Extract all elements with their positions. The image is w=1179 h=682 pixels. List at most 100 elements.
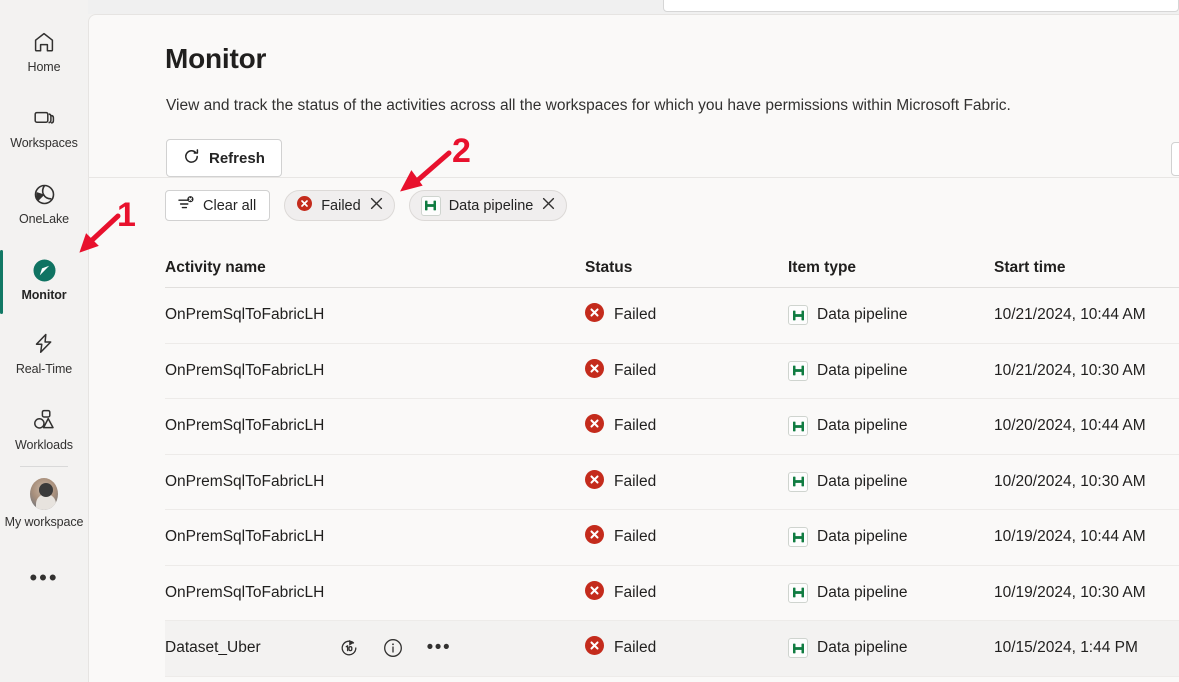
- status-text: Failed: [614, 417, 657, 435]
- error-icon: [585, 303, 604, 327]
- cell-item-type: Data pipeline: [788, 360, 994, 381]
- sidebar-more-button[interactable]: •••: [0, 561, 88, 589]
- cell-item-type: Data pipeline: [788, 582, 994, 603]
- column-header-start-time[interactable]: Start time: [994, 259, 1179, 277]
- table-header-row: Activity name Status Item type Start tim…: [165, 248, 1179, 288]
- sidebar-item-workloads[interactable]: Workloads: [0, 396, 88, 456]
- cell-activity-name[interactable]: Dataset_Uber •••: [165, 638, 585, 658]
- cell-start-time: 10/15/2024, 1:44 PM: [994, 639, 1138, 657]
- table-row[interactable]: OnPremSqlToFabricLH Failed Data pipeline 10…: [165, 288, 1179, 344]
- command-bar-divider: [88, 177, 1179, 178]
- error-icon: [585, 414, 604, 438]
- workspaces-icon: [30, 104, 58, 132]
- activity-name-text: OnPremSqlToFabricLH: [165, 472, 325, 490]
- sidebar-item-label: Monitor: [21, 288, 67, 302]
- cell-activity-name[interactable]: OnPremSqlToFabricLH: [165, 306, 585, 324]
- table-row[interactable]: OnPremSqlToFabricLH Failed Data pipeline 10…: [165, 455, 1179, 510]
- close-icon[interactable]: [370, 197, 383, 214]
- item-type-text: Data pipeline: [817, 639, 908, 657]
- sidebar-item-workspaces[interactable]: Workspaces: [0, 94, 88, 154]
- item-type-text: Data pipeline: [817, 361, 908, 379]
- status-text: Failed: [614, 528, 657, 546]
- filter-chip-data-pipeline[interactable]: Data pipeline: [408, 190, 568, 221]
- home-icon: [30, 28, 58, 56]
- filter-chip-label: Data pipeline: [448, 197, 534, 214]
- item-type-text: Data pipeline: [817, 472, 908, 490]
- clear-all-label: Clear all: [203, 197, 257, 214]
- sidebar-item-onelake[interactable]: OneLake: [0, 170, 88, 230]
- cell-start-time: 10/21/2024, 10:30 AM: [994, 361, 1146, 379]
- column-header-activity-name[interactable]: Activity name: [165, 259, 585, 277]
- more-actions-icon[interactable]: •••: [427, 638, 451, 657]
- left-nav-rail: Home Workspaces OneLake Monitor Real-Tim…: [0, 0, 88, 682]
- global-search-box-partial[interactable]: [663, 0, 1179, 12]
- activity-name-text: OnPremSqlToFabricLH: [165, 583, 325, 601]
- sidebar-item-home[interactable]: Home: [0, 18, 88, 78]
- activity-name-text: OnPremSqlToFabricLH: [165, 417, 325, 435]
- info-icon[interactable]: [383, 638, 403, 658]
- sidebar-item-my-workspace[interactable]: My workspace: [0, 473, 88, 533]
- column-header-status[interactable]: Status: [585, 259, 788, 277]
- rerun-icon[interactable]: [339, 638, 359, 658]
- filter-chip-failed[interactable]: Failed: [284, 190, 395, 221]
- column-header-item-type[interactable]: Item type: [788, 259, 994, 277]
- cell-activity-name[interactable]: OnPremSqlToFabricLH: [165, 584, 585, 602]
- cell-start-time: 10/19/2024, 10:44 AM: [994, 528, 1146, 546]
- command-bar: Refresh: [166, 139, 282, 177]
- data-pipeline-icon: [788, 305, 808, 326]
- clear-all-button[interactable]: Clear all: [165, 190, 271, 221]
- data-pipeline-icon: [788, 638, 808, 659]
- cell-status: Failed: [585, 636, 788, 660]
- real-time-icon: [30, 330, 58, 358]
- close-icon[interactable]: [542, 197, 555, 214]
- cell-status: Failed: [585, 358, 788, 383]
- cell-activity-name[interactable]: OnPremSqlToFabricLH: [165, 473, 585, 491]
- error-icon: [585, 469, 604, 494]
- status-text: Failed: [614, 361, 657, 379]
- error-icon: [585, 525, 604, 549]
- item-type-text: Data pipeline: [817, 417, 908, 435]
- cell-item-type: Data pipeline: [788, 305, 994, 326]
- activity-name-text: OnPremSqlToFabricLH: [165, 528, 325, 546]
- data-pipeline-icon: [788, 416, 808, 437]
- sidebar-item-monitor[interactable]: Monitor: [0, 246, 88, 314]
- avatar: [30, 477, 58, 511]
- cell-status: Failed: [585, 414, 788, 438]
- cell-activity-name[interactable]: OnPremSqlToFabricLH: [165, 362, 585, 380]
- more-icon: •••: [29, 565, 59, 590]
- active-filters-row: Clear all Failed Data pipeline: [165, 190, 568, 221]
- cell-activity-name[interactable]: OnPremSqlToFabricLH: [165, 528, 585, 546]
- activity-name-text: OnPremSqlToFabricLH: [165, 306, 325, 324]
- cell-start-time: 10/19/2024, 10:30 AM: [994, 583, 1146, 601]
- table-row[interactable]: OnPremSqlToFabricLH Failed Data pipeline 10…: [165, 510, 1179, 566]
- top-strip: [0, 0, 1179, 14]
- error-icon: [296, 195, 313, 216]
- table-row[interactable]: OnPremSqlToFabricLH Failed Data pipeline 10…: [165, 566, 1179, 621]
- sidebar-item-real-time[interactable]: Real-Time: [0, 320, 88, 380]
- item-type-text: Data pipeline: [817, 528, 908, 546]
- cell-activity-name[interactable]: OnPremSqlToFabricLH: [165, 417, 585, 435]
- item-type-text: Data pipeline: [817, 583, 908, 601]
- activities-table: Activity name Status Item type Start tim…: [165, 248, 1179, 677]
- sidebar-item-label: Workspaces: [10, 136, 78, 150]
- table-row[interactable]: Dataset_Uber ••• Failed Data pipeline 10/15/…: [165, 621, 1179, 677]
- filter-chip-label: Failed: [321, 197, 361, 214]
- table-row[interactable]: OnPremSqlToFabricLH Failed Data pipeline 10…: [165, 344, 1179, 399]
- page-subtitle: View and track the status of the activit…: [166, 97, 1011, 114]
- filter-by-search[interactable]: Filter by: [1171, 142, 1179, 176]
- clear-filter-icon: [177, 195, 195, 217]
- active-indicator: [0, 250, 3, 314]
- cell-status: Failed: [585, 580, 788, 605]
- row-actions: •••: [339, 638, 451, 658]
- monitor-page: Home Workspaces OneLake Monitor Real-Tim…: [0, 0, 1179, 682]
- table-body: OnPremSqlToFabricLH Failed Data pipeline 10…: [165, 288, 1179, 677]
- cell-status: Failed: [585, 525, 788, 549]
- sidebar-item-label: Real-Time: [15, 362, 73, 376]
- workloads-icon: [30, 406, 58, 434]
- onelake-icon: [30, 180, 58, 208]
- refresh-button[interactable]: Refresh: [166, 139, 282, 177]
- sidebar-item-label: Home: [27, 60, 61, 74]
- sidebar-item-label: My workspace: [4, 515, 84, 529]
- table-row[interactable]: OnPremSqlToFabricLH Failed Data pipeline 10…: [165, 399, 1179, 455]
- sidebar-item-label: Workloads: [15, 438, 73, 452]
